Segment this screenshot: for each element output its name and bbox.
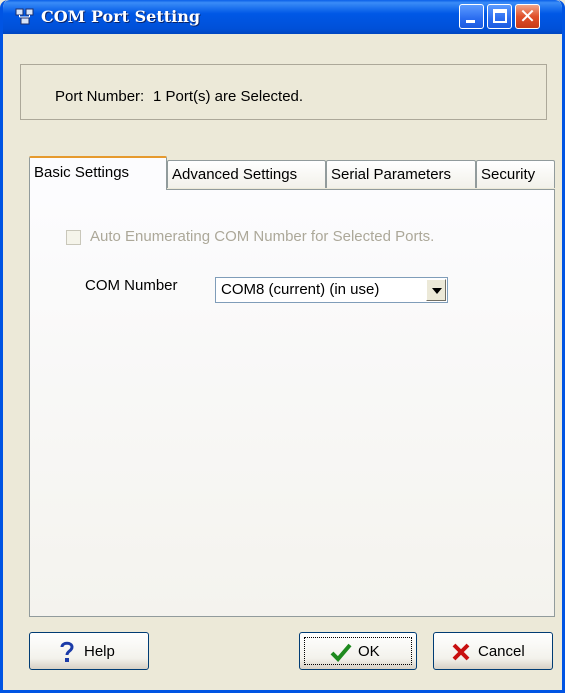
window-title: COM Port Setting <box>41 7 201 26</box>
ok-button[interactable]: OK <box>299 632 417 670</box>
ok-button-label: OK <box>358 643 380 660</box>
maximize-icon <box>493 9 507 23</box>
help-button[interactable]: Help <box>29 632 149 670</box>
tab-serial-parameters[interactable]: Serial Parameters <box>326 160 476 188</box>
com-port-setting-window: COM Port Setting ✕ Port Number: 1 Port(s… <box>0 0 565 693</box>
question-mark-icon <box>60 641 74 662</box>
com-number-select[interactable]: COM8 (current) (in use) <box>215 277 448 303</box>
cancel-button[interactable]: Cancel <box>433 632 553 670</box>
network-computer-icon <box>15 8 34 25</box>
cancel-button-label: Cancel <box>478 643 525 660</box>
port-number-label: Port Number: <box>55 88 145 105</box>
help-button-label: Help <box>84 643 115 660</box>
maximize-button[interactable] <box>487 4 512 29</box>
close-button[interactable]: ✕ <box>515 4 540 29</box>
basic-settings-panel: Auto Enumerating COM Number for Selected… <box>29 189 555 617</box>
port-number-group: Port Number: 1 Port(s) are Selected. <box>20 64 547 120</box>
red-x-icon <box>452 643 470 661</box>
auto-enumerating-label: Auto Enumerating COM Number for Selected… <box>90 228 435 245</box>
com-number-label: COM Number <box>85 277 178 294</box>
minimize-button[interactable] <box>459 4 484 29</box>
title-bar[interactable]: COM Port Setting ✕ <box>3 0 562 34</box>
tab-basic-settings[interactable]: Basic Settings <box>29 156 167 190</box>
checkmark-icon <box>330 643 352 662</box>
close-icon: ✕ <box>519 4 536 28</box>
auto-enumerating-checkbox[interactable] <box>66 230 81 245</box>
tab-security[interactable]: Security <box>476 160 555 188</box>
dropdown-arrow-icon[interactable] <box>426 279 446 301</box>
tab-advanced-settings[interactable]: Advanced Settings <box>167 160 326 188</box>
minimize-icon <box>466 20 475 23</box>
com-number-value: COM8 (current) (in use) <box>221 281 380 298</box>
port-number-value: 1 Port(s) are Selected. <box>153 88 304 105</box>
